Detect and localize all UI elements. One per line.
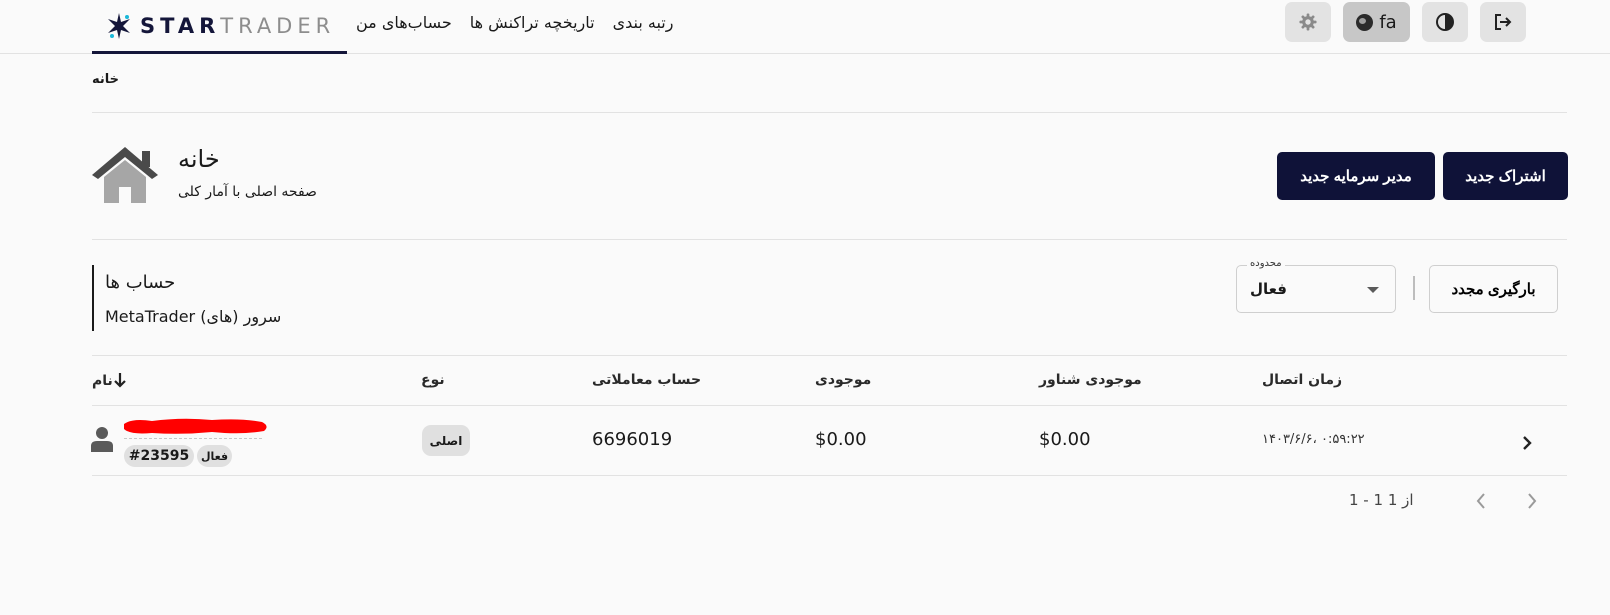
settings-button[interactable] (1285, 2, 1331, 42)
divider (92, 112, 1567, 113)
floating-balance-cell: $0.00 (1039, 429, 1091, 450)
new-subscription-button[interactable]: اشتراک جدید (1443, 152, 1568, 200)
column-header-type[interactable]: نوع (421, 372, 445, 388)
account-id-badge: #23595 (124, 445, 194, 467)
gear-icon (1299, 13, 1317, 31)
status-filter-select[interactable]: محدوده فعال (1236, 258, 1396, 313)
accounts-title: حساب ها (105, 272, 176, 293)
divider (92, 405, 1567, 406)
app-logo[interactable]: STARTRADER (92, 0, 347, 54)
main-nav: رتبه بندی تاریخچه تراکنش ها حساب‌های من (356, 0, 673, 44)
pagination-label: 1 - 1 از 1 (1349, 491, 1414, 509)
column-header-floating-balance[interactable]: موجودی شناور (1039, 372, 1142, 388)
chevron-right-icon[interactable] (1524, 491, 1540, 511)
divider (92, 239, 1567, 240)
chevron-down-icon (1367, 287, 1379, 293)
status-filter-value: فعال (1250, 280, 1287, 298)
column-header-connection-time[interactable]: زمان اتصال (1262, 372, 1342, 388)
chevron-left-icon[interactable] (1473, 491, 1489, 511)
name-underline (124, 438, 262, 439)
connection-time-cell: ۱۴۰۳/۶/۶، ۰:۵۹:۲۲ (1262, 432, 1365, 447)
top-actions: fa (1285, 2, 1526, 42)
nav-item-my-accounts[interactable]: حساب‌های من (356, 13, 452, 32)
trading-account-cell: 6696019 (592, 429, 673, 450)
logout-button[interactable] (1480, 2, 1526, 42)
status-badge: فعال (197, 445, 232, 467)
nav-item-ranking[interactable]: رتبه بندی (613, 13, 674, 32)
star-logo-icon (108, 12, 130, 39)
column-header-name-label: نام (92, 373, 113, 389)
column-header-name[interactable]: نام (92, 372, 130, 389)
logo-text-strong: STAR (140, 13, 221, 38)
breadcrumb[interactable]: خانه (92, 72, 119, 87)
accounts-subtitle: MetaTrader سرور (های) (105, 307, 282, 326)
column-header-trading-account[interactable]: حساب معاملاتی (592, 372, 701, 388)
column-header-balance[interactable]: موجودی (815, 372, 871, 388)
reload-button[interactable]: بارگیری مجدد (1429, 265, 1558, 313)
sort-descending-icon (114, 373, 126, 388)
nav-item-transaction-history[interactable]: تاریخچه تراکنش ها (470, 13, 595, 32)
logo-text: STARTRADER (140, 14, 335, 38)
section-accent-bar (92, 265, 94, 331)
divider (92, 355, 1567, 356)
account-type-badge: اصلی (422, 425, 470, 456)
house-icon (92, 147, 158, 203)
contrast-icon (1436, 13, 1454, 31)
theme-toggle-button[interactable] (1422, 2, 1468, 42)
toolbar-separator (1413, 276, 1415, 300)
page-subtitle: صفحه اصلی با آمار کلی (178, 184, 317, 200)
balance-cell: $0.00 (815, 429, 867, 450)
new-fund-manager-button[interactable]: مدیر سرمایه جدید (1277, 152, 1435, 200)
logout-icon (1495, 14, 1512, 30)
language-button[interactable]: fa (1343, 2, 1410, 42)
chevron-right-icon[interactable] (1520, 434, 1534, 452)
logo-text-thin: TRADER (220, 13, 336, 38)
divider (92, 475, 1567, 476)
language-label: fa (1379, 11, 1397, 33)
page-title: خانه (178, 145, 220, 173)
status-filter-legend: محدوده (1247, 258, 1285, 269)
redacted-name (124, 418, 267, 434)
top-bar: STARTRADER رتبه بندی تاریخچه تراکنش ها ح… (0, 0, 1610, 54)
globe-icon (1356, 13, 1374, 31)
person-icon (91, 427, 113, 452)
